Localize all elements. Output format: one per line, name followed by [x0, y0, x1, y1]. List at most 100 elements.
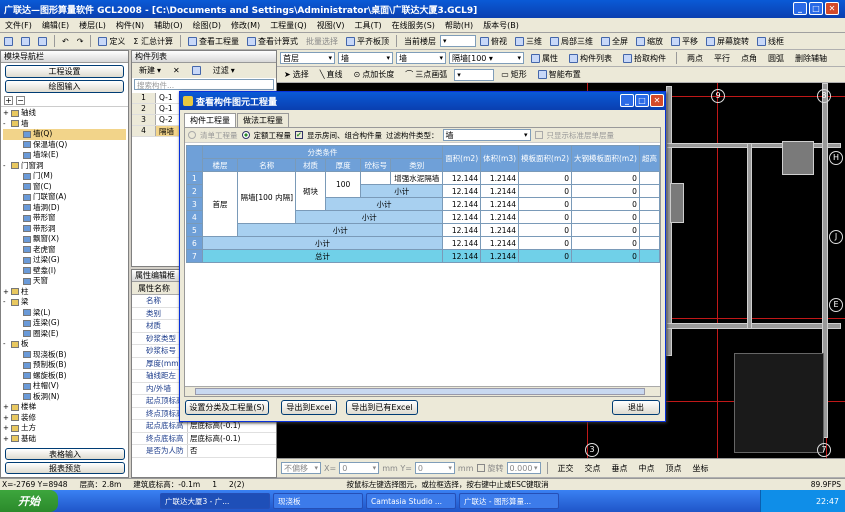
tree-item[interactable]: 飘窗(X) [3, 234, 126, 245]
exit-button[interactable]: 退出 [612, 400, 660, 415]
minimize-button[interactable]: _ [793, 2, 807, 15]
save-button[interactable] [34, 36, 51, 47]
col-area[interactable]: 面积(m2) [442, 145, 482, 172]
table-input-button[interactable]: 表格输入 [5, 448, 125, 460]
room-outline[interactable] [734, 353, 824, 453]
tree-item[interactable]: 墙垛(E) [3, 150, 126, 161]
menu-version[interactable]: 版本号(B) [478, 20, 524, 31]
expand-all-icon[interactable]: + [4, 96, 13, 105]
component-search-input[interactable]: 搜索构件... [134, 79, 274, 90]
tree-item[interactable]: 窗(C) [3, 182, 126, 193]
circle-button[interactable]: 圆弧 [764, 52, 788, 65]
radio-quota-qty[interactable] [241, 131, 250, 139]
menu-floor[interactable]: 楼层(L) [74, 20, 111, 31]
arc-mode-select[interactable] [454, 68, 495, 81]
menu-modify[interactable]: 修改(M) [226, 20, 265, 31]
x-input[interactable]: 0 [339, 462, 380, 474]
tree-item[interactable]: 带形窗 [3, 213, 126, 224]
task-gcl-2[interactable]: 广联达 - 图形算量... [459, 493, 559, 509]
subtype-select[interactable]: 墙 [396, 52, 446, 64]
point-angle-button[interactable]: 点角 [737, 52, 761, 65]
parallel-button[interactable]: 平行 [710, 52, 734, 65]
tree-expander-icon[interactable]: + [3, 434, 11, 445]
col-thickness[interactable]: 厚度 [324, 158, 362, 172]
menu-view[interactable]: 视图(V) [312, 20, 350, 31]
tree-item[interactable]: 圈梁(E) [3, 329, 126, 340]
pan-button[interactable]: 平移 [667, 35, 702, 48]
dialog-close-button[interactable]: ✕ [650, 94, 664, 107]
col-overheight[interactable]: 超高 [638, 145, 661, 172]
menu-edit[interactable]: 编辑(E) [37, 20, 74, 31]
delete-component-button[interactable]: ✕ [169, 65, 184, 76]
pick-component-button[interactable]: 拾取构件 [619, 52, 670, 65]
menu-help[interactable]: 帮助(H) [440, 20, 478, 31]
export-excel-button[interactable]: 导出到Excel [281, 400, 337, 415]
dialog-minimize-button[interactable]: _ [620, 94, 634, 107]
offset-select[interactable]: 不偏移 [281, 462, 321, 474]
component-select[interactable]: 隔墙[100 ▾ [449, 52, 524, 64]
table-hscrollbar[interactable] [185, 386, 660, 396]
column[interactable] [670, 183, 684, 223]
tree-item[interactable]: 墙洞(D) [3, 203, 126, 214]
tree-item[interactable]: 过梁(G) [3, 255, 126, 266]
task-gcl[interactable]: 广联达大厦3 - 广... [160, 493, 270, 509]
flat-view-button[interactable]: 平齐板顶 [342, 35, 393, 48]
tree-expander-icon[interactable]: + [3, 108, 11, 119]
menu-online[interactable]: 在线服务(S) [387, 20, 440, 31]
view-quantity-button[interactable]: 查看工程量 [184, 35, 243, 48]
perp-toggle[interactable]: 垂点 [608, 462, 632, 475]
redo-button[interactable]: ↷ [73, 36, 88, 47]
column[interactable] [782, 141, 814, 175]
y-input[interactable]: 0 [414, 462, 455, 474]
tree-item[interactable]: 带形洞 [3, 224, 126, 235]
tree-expander-icon[interactable]: - [3, 119, 11, 130]
tab-method-qty[interactable]: 做法工程量 [237, 113, 289, 127]
rotate-checkbox[interactable] [476, 464, 485, 472]
close-button[interactable]: ✕ [825, 2, 839, 15]
batch-select-button[interactable]: 批量选择 [302, 35, 342, 48]
tree-item[interactable]: 螺旋板(B) [3, 371, 126, 382]
delete-aux-button[interactable]: 删除辅轴 [791, 52, 831, 65]
tree-expander-icon[interactable]: - [3, 161, 11, 172]
report-preview-button[interactable]: 报表预览 [5, 462, 125, 474]
tree-item[interactable]: 连梁(G) [3, 318, 126, 329]
intersect-toggle[interactable]: 交点 [581, 462, 605, 475]
tree-expander-icon[interactable]: + [3, 402, 11, 413]
tree-item[interactable]: + 轴线 [3, 108, 126, 119]
table-row[interactable]: 6 小计 12.144 1.2144 0 0 [186, 236, 661, 250]
col-category[interactable]: 类别 [390, 158, 444, 172]
tree-item[interactable]: -墙 [3, 119, 126, 130]
tree-item[interactable]: 现浇板(B) [3, 350, 126, 361]
task-camtasia[interactable]: Camtasia Studio ... [366, 493, 456, 509]
tree-item[interactable]: 门联窗(A) [3, 192, 126, 203]
dialog-maximize-button[interactable]: □ [635, 94, 649, 107]
three-d-button[interactable]: 三维 [511, 35, 546, 48]
coord-toggle[interactable]: 坐标 [689, 462, 713, 475]
tree-item[interactable]: -板 [3, 339, 126, 350]
col-steel-mold-area[interactable]: 大钢模板面积(m2) [571, 145, 640, 172]
scroll-thumb[interactable] [195, 388, 645, 395]
filter-button[interactable]: 过滤 ▾ [209, 64, 239, 77]
tree-expander-icon[interactable]: - [3, 339, 11, 350]
wireframe-button[interactable]: 线框 [753, 35, 788, 48]
undo-button[interactable]: ↶ [58, 36, 73, 47]
export-existing-excel-button[interactable]: 导出到已有Excel [346, 400, 418, 415]
prop-row[interactable]: 终点底标高 层底标高(-0.1) [132, 432, 276, 445]
col-volume[interactable]: 体积(m3) [480, 145, 520, 172]
wall-segment[interactable] [666, 143, 841, 148]
rotate-input[interactable]: 0.000 [506, 462, 541, 474]
new-component-button[interactable]: 新建 ▾ [135, 64, 165, 77]
tree-expander-icon[interactable]: + [3, 423, 11, 434]
tree-item[interactable]: 壁龛(I) [3, 266, 126, 277]
prop-row[interactable]: 是否为人防否 [132, 445, 276, 458]
tree-item[interactable]: 保温墙(Q) [3, 140, 126, 151]
tree-item[interactable]: 墙(Q) [3, 129, 126, 140]
open-button[interactable] [17, 36, 34, 47]
tab-component-qty[interactable]: 构件工程量 [184, 113, 236, 127]
draw-input-button[interactable]: 绘图输入 [5, 80, 124, 93]
col-concrete-grade[interactable]: 砼标号 [360, 158, 392, 172]
menu-component[interactable]: 构件(N) [111, 20, 149, 31]
select-button[interactable]: ➤ 选择 [280, 68, 313, 81]
rect-button[interactable]: ▭ 矩形 [497, 68, 531, 81]
tree-item[interactable]: + 柱 [3, 287, 126, 298]
